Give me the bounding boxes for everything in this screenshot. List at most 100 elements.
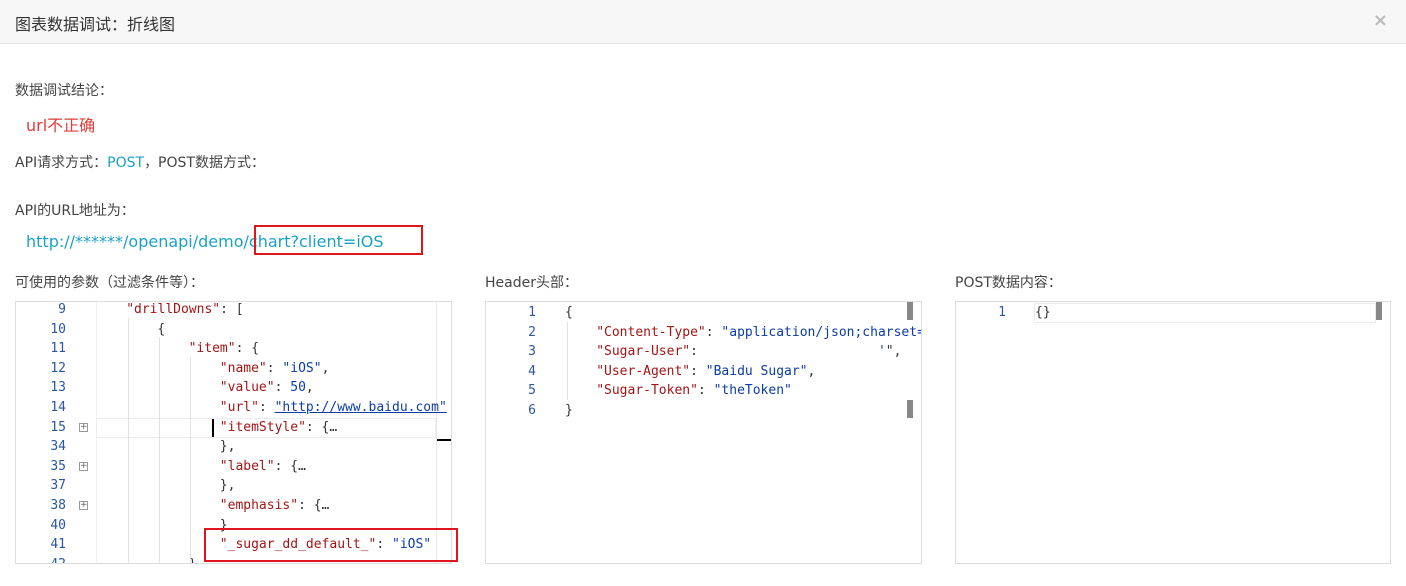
- code-token: {: [565, 305, 573, 320]
- code-token: ,: [321, 360, 330, 376]
- header-panel-label: Header头部：: [485, 275, 578, 291]
- code-token: : {…: [274, 458, 306, 474]
- code-token: : {: [235, 341, 260, 357]
- line-number: 14: [50, 400, 66, 415]
- line-number: 34: [50, 439, 66, 455]
- params-code-editor[interactable]: 9 "drillDowns": [10{11 "item": {12 "name": …: [15, 301, 452, 564]
- code-token: :: [258, 400, 275, 415]
- scrollbar-thumb[interactable]: [1376, 302, 1382, 320]
- code-line: "name": "iOS",: [220, 359, 330, 379]
- indent-guide: [190, 357, 191, 563]
- code-token: "iOS": [282, 360, 322, 376]
- code-token: : [: [220, 302, 244, 317]
- line-number: 13: [50, 380, 66, 396]
- code-line: "value": 50,: [220, 378, 314, 398]
- params-panel-label: 可使用的参数（过滤条件等）：: [15, 275, 204, 291]
- line-number: 37: [50, 478, 66, 494]
- code-line: "Content-Type": "application/json;charse…: [596, 323, 922, 343]
- post-panel-label: POST数据内容：: [955, 275, 1062, 291]
- code-token: }: [219, 517, 228, 533]
- code-line: "url": "http://www.baidu.com": [220, 398, 447, 418]
- code-token: "Sugar-Token": [596, 383, 698, 399]
- line-number: 1: [528, 305, 536, 320]
- code-token: :: [376, 537, 392, 553]
- code-token: {}: [1035, 305, 1051, 320]
- code-line: },: [220, 476, 236, 496]
- line-number: 15: [50, 419, 66, 435]
- code-token: "item": [188, 341, 236, 357]
- text-cursor: [212, 419, 214, 437]
- code-token: },: [219, 478, 236, 494]
- line-number: 12: [50, 360, 66, 376]
- api-url-link[interactable]: http://******/openapi/demo/chart?client=…: [26, 232, 384, 251]
- code-token: "url": [219, 400, 259, 415]
- code-line: {: [565, 303, 573, 323]
- code-token: "_sugar_dd_default_": [219, 537, 377, 553]
- code-token: :: [690, 344, 878, 360]
- code-token: "application/json;charset=: [721, 324, 922, 340]
- code-line: }: [220, 516, 228, 536]
- code-token: },: [219, 439, 236, 455]
- code-token: "drillDowns": [126, 302, 221, 317]
- scrollbar-thumb[interactable]: [907, 400, 913, 418]
- fold-toggle-icon[interactable]: +: [79, 501, 88, 510]
- code-token: :: [705, 324, 722, 340]
- code-line: "User-Agent": "Baidu Sugar",: [596, 362, 815, 382]
- fold-toggle-icon[interactable]: +: [79, 422, 88, 432]
- code-token: "Sugar-User": [596, 344, 691, 360]
- code-token: "iOS": [392, 537, 432, 553]
- code-token: "name": [219, 360, 267, 376]
- line-number: 41: [50, 537, 66, 553]
- line-number: 40: [50, 517, 66, 533]
- line-number: 3: [528, 344, 536, 360]
- code-token: : {…: [305, 419, 338, 435]
- code-token: "User-Agent": [596, 363, 691, 379]
- line-number: 10: [50, 321, 66, 337]
- code-token: :: [274, 380, 291, 396]
- code-line: {}: [1035, 303, 1051, 323]
- code-token: "label": [219, 458, 275, 474]
- code-token: : {…: [298, 498, 330, 513]
- code-line: "Sugar-Token": "theToken": [596, 381, 792, 401]
- code-line: "label": {…: [220, 457, 306, 477]
- code-line: },: [220, 437, 236, 457]
- line-number: 42: [16, 555, 66, 563]
- line-number: 5: [528, 383, 536, 399]
- api-method-value: POST: [107, 155, 145, 171]
- code-token: "value": [219, 380, 275, 396]
- active-line-highlight: [1034, 303, 1376, 323]
- header-code-editor[interactable]: 1 {2 "Content-Type": "application/json;cha…: [485, 301, 922, 564]
- indent-guide: [159, 337, 160, 563]
- fold-toggle-icon[interactable]: +: [79, 461, 88, 471]
- code-token: "itemStyle": [219, 419, 306, 435]
- code-token: ,: [305, 380, 314, 396]
- scrollbar-thumb[interactable]: [907, 302, 913, 320]
- api-method-prefix: API请求方式：: [15, 155, 108, 171]
- code-line: "itemStyle": {…: [220, 418, 337, 438]
- code-line: "emphasis": {…: [220, 496, 330, 516]
- code-token: :: [266, 360, 283, 376]
- line-number: 38: [50, 498, 66, 513]
- code-token: }: [565, 403, 573, 418]
- code-token: :: [690, 363, 706, 379]
- print-margin: [436, 302, 437, 563]
- api-method-row: API请求方式：POST，POST数据方式：: [15, 152, 265, 172]
- code-token: ,: [807, 363, 816, 379]
- dialog-header: 图表数据调试：折线图 ×: [0, 0, 1406, 44]
- cursor-marker: [437, 439, 451, 441]
- api-url-label: API的URL地址为：: [15, 203, 135, 219]
- indent-guide: [567, 322, 568, 400]
- code-line: "item": {: [189, 339, 259, 359]
- indent-guide: [128, 318, 129, 563]
- post-code-editor[interactable]: 1 {}: [955, 301, 1391, 564]
- code-token: "http://www.baidu.com": [274, 400, 447, 415]
- close-icon[interactable]: ×: [1373, 10, 1388, 31]
- result-value: url不正确: [26, 116, 96, 135]
- code-token: "theToken": [713, 383, 792, 399]
- line-number: 6: [528, 403, 536, 418]
- code-token: :: [697, 383, 714, 399]
- code-token: ",: [885, 344, 902, 360]
- dialog-title: 图表数据调试：折线图: [15, 15, 176, 34]
- code-token: ': [877, 344, 886, 360]
- line-number: 11: [50, 341, 66, 357]
